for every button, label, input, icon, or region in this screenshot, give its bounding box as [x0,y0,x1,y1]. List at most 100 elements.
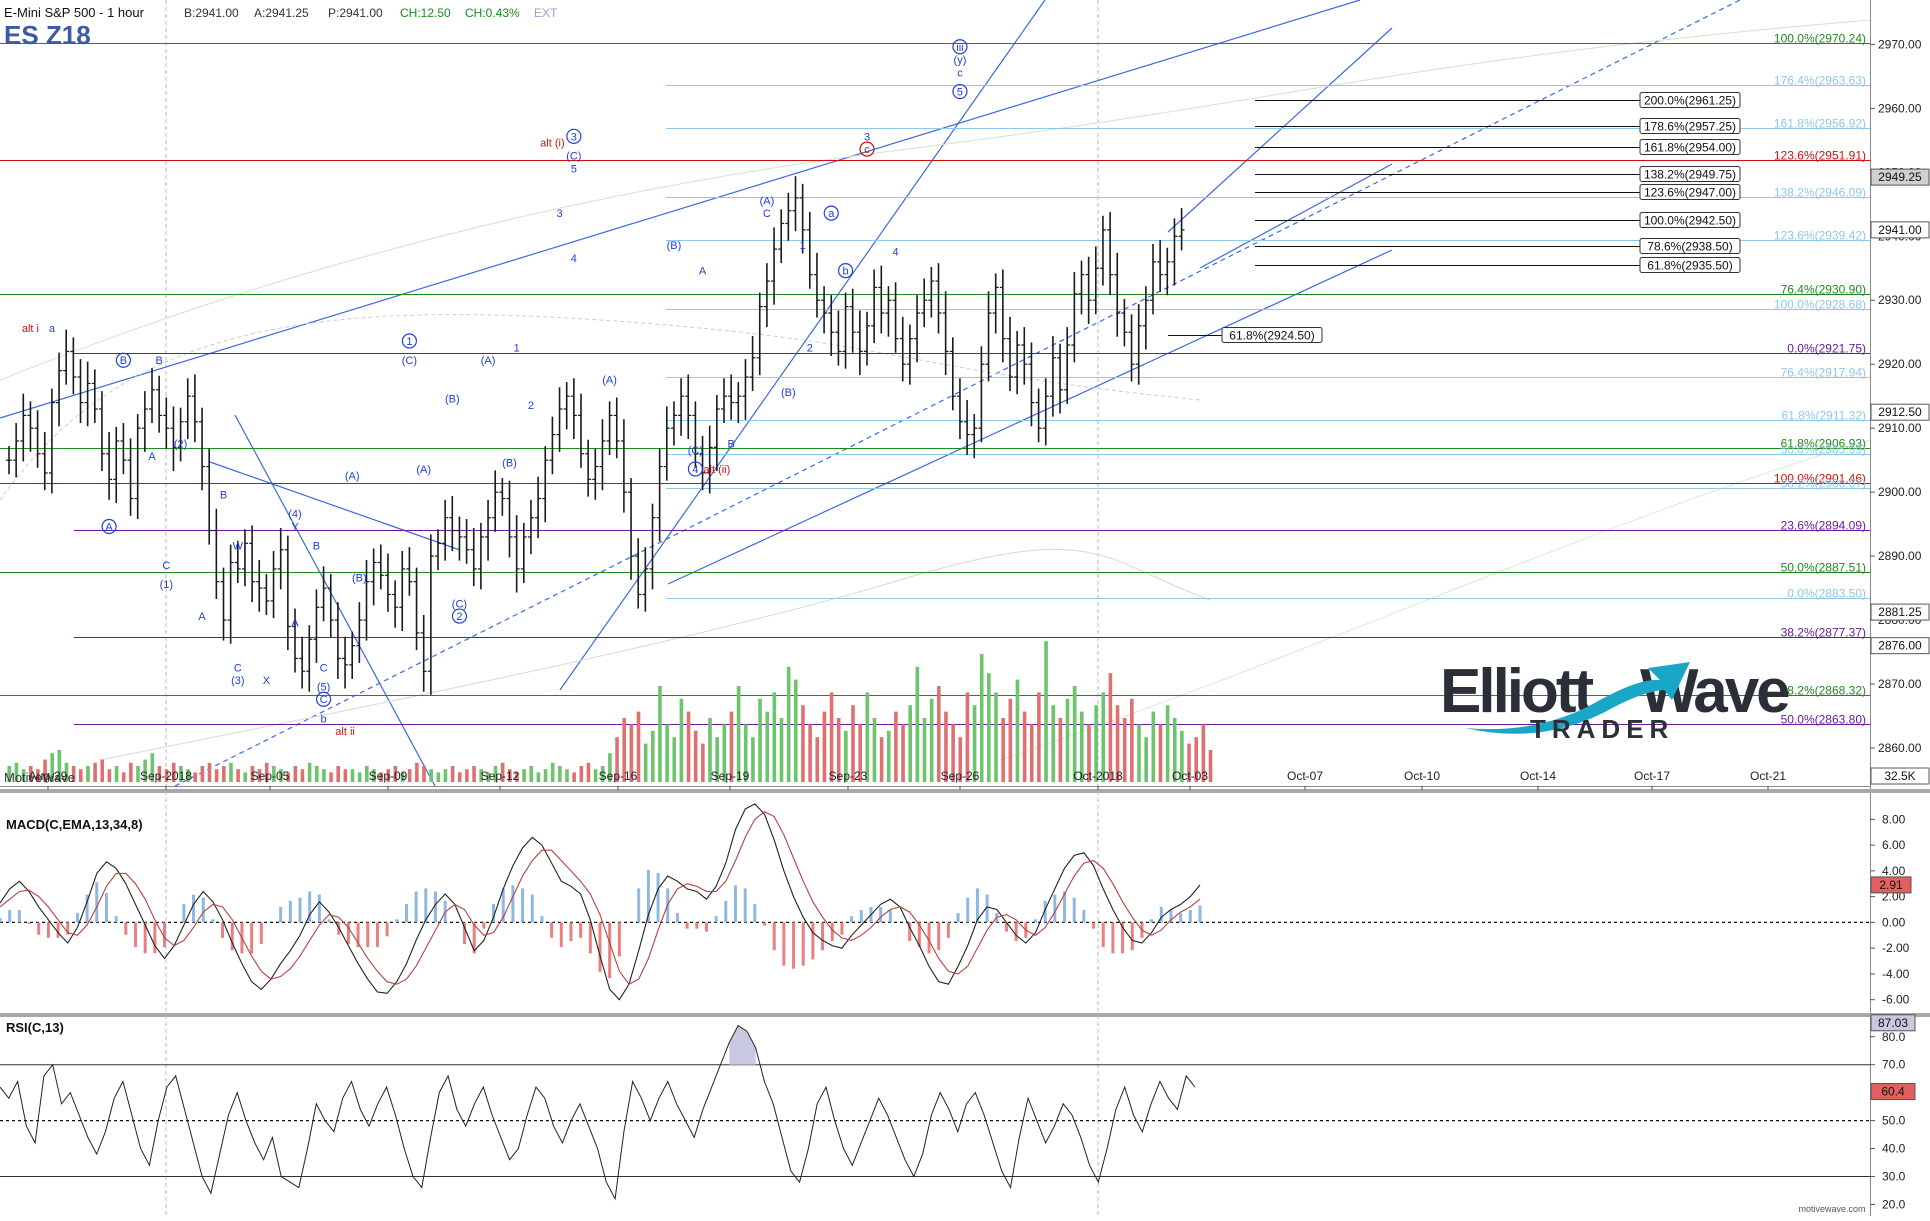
macd-histogram-bar [946,922,950,938]
wave-label: A [148,451,156,463]
wave-label: alt ii [335,726,355,738]
macd-histogram-bar [1150,919,1154,923]
price-badge-label: 2876.00 [1878,639,1922,653]
volume-bar [236,769,240,782]
volume-bar [1022,711,1027,782]
volume-bar [1122,718,1127,782]
macd-histogram-bar [792,922,796,969]
macd-value-badge-label: 2.91 [1879,878,1903,892]
volume-bar [79,769,83,782]
y-axis-tick-label: 2960.00 [1878,101,1922,115]
macd-y-tick-label: 0.00 [1882,915,1906,929]
panel-divider[interactable] [0,1013,1930,1017]
volume-bar [86,766,90,782]
volume-bar [1029,724,1034,782]
y-axis-tick-label: 2890.00 [1878,549,1922,563]
x-axis-tick-label: Oct-2018 [1073,769,1123,783]
volume-bar [994,692,998,782]
wave-label: C [320,662,328,674]
volume-bar [558,766,562,782]
volume-bar [450,766,455,782]
volume-bar [93,762,97,782]
volume-bar [686,711,691,782]
wave-label: Y [291,522,299,534]
projection-label: 161.8%(2954.00) [1644,141,1736,155]
wave-label: A [105,522,113,534]
macd-histogram-bar [46,922,50,938]
macd-histogram-bar [8,910,12,923]
projection-label: 100.0%(2942.50) [1644,214,1736,228]
macd-histogram-bar [366,922,370,948]
projection-label: 200.0%(2961.25) [1644,94,1736,108]
price-badge-label: 2881.25 [1878,605,1922,619]
wave-label: (A) [602,374,617,386]
volume-bar [457,772,462,782]
macd-histogram-bar [298,897,302,923]
volume-bar [100,759,105,782]
volume-bar [987,673,991,782]
wave-label: C [162,560,170,572]
y-axis-tick-label: 2860.00 [1878,741,1922,755]
fib-level-label: 100.0%(2970.24) [1774,32,1866,46]
volume-bar [114,766,119,782]
macd-y-tick-label: -4.00 [1882,967,1910,981]
macd-histogram-bar [288,900,292,923]
wave-label: 4 [893,246,899,258]
macd-y-tick-label: -2.00 [1882,941,1910,955]
change-percent: CH:0.43% [465,6,520,20]
wave-label: A [699,266,707,278]
volume-bar [465,769,469,782]
volume-bar [1001,718,1005,782]
x-axis-tick-label: Sep-23 [829,769,868,783]
macd-histogram-bar [192,894,196,923]
volume-bar [937,686,941,782]
volume-bar [665,724,669,782]
wave-label: 3 [571,131,577,143]
macd-histogram-bar [1198,905,1202,923]
macd-histogram-bar [56,922,60,938]
macd-histogram-bar [801,922,805,966]
macd-histogram-bar [975,888,979,923]
fib-level-label: 0.0%(2921.75) [1787,342,1866,356]
macd-histogram-bar [182,903,186,923]
wave-label: 5 [571,163,577,175]
x-axis-tick-label: Oct-14 [1520,769,1556,783]
macd-histogram-bar [830,922,834,941]
projection-label: 78.6%(2938.50) [1647,240,1732,254]
volume-bar [565,769,569,782]
volume-bar [1008,698,1013,782]
panel-divider[interactable] [0,789,1930,793]
price-chart-svg: 100.0%(2970.24) 176.4%(2963.63) 161.8%(295… [0,0,1930,1216]
wave-label: alt (ii) [703,464,730,476]
fib-level-label: 123.6%(2951.91) [1774,149,1866,163]
macd-histogram-bar [840,922,844,935]
volume-bar [1151,711,1156,782]
macd-histogram-bar [1101,922,1105,948]
change-value: CH:12.50 [400,6,451,20]
volume-bar [407,769,412,782]
volume-bar [314,766,319,782]
volume-bar [200,766,205,782]
wave-label: (B) [667,240,682,252]
wave-label: 2 [528,400,534,412]
last-price: P:2941.00 [328,6,383,20]
wave-label: (y) [954,55,967,67]
volume-bar [879,737,884,782]
volume-bar [543,769,548,782]
volume-bar [922,718,927,782]
macd-title: MACD(C,EMA,13,34,8) [6,817,143,832]
volume-bar [293,766,298,782]
macd-histogram-bar [1111,922,1115,954]
wave-label: alt (i) [540,138,564,150]
fib-level-label: 100.0%(2928.68) [1774,298,1866,312]
macd-histogram-bar [966,897,970,923]
x-axis-tick-label: Oct-07 [1287,769,1323,783]
volume-bar [736,686,741,782]
macd-histogram-bar [385,922,389,937]
x-axis-tick-label: Sep-2018 [140,769,192,783]
ask-price: A:2941.25 [254,6,309,20]
volume-bar [801,705,805,782]
macd-histogram-bar [550,922,554,938]
y-axis-tick-label: 2870.00 [1878,677,1922,691]
macd-histogram-bar [733,885,737,923]
